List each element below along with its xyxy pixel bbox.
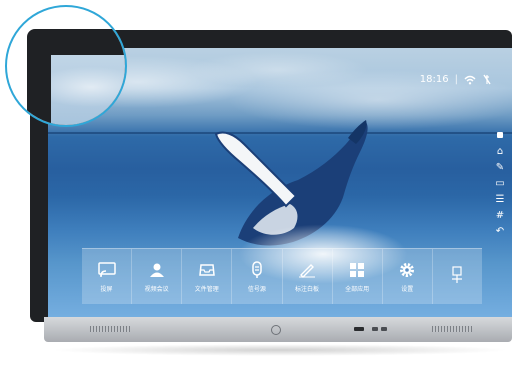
dock-item-settings[interactable]: 设置 [383,249,433,304]
speaker-grille-left [90,326,130,332]
dock-item-video-conference[interactable]: 视频会议 [132,249,183,304]
status-separator: | [454,74,458,85]
video-conference-icon [147,260,167,280]
dock-label: 视频会议 [144,286,169,293]
dock-label: 标注白板 [295,286,320,293]
bezel-zoom-callout [5,5,127,127]
speaker-grille-right [432,326,472,332]
grid-icon[interactable]: # [492,208,508,222]
dock-item-usb[interactable] [433,249,482,304]
signal-source-icon [247,260,267,280]
clock-text: 18:16 [419,74,449,85]
wifi-icon [464,75,476,84]
dock-item-signal-source[interactable]: 信号源 [232,249,283,304]
whiteboard-icon [297,260,317,280]
monitor-icon[interactable]: ▭ [492,176,508,190]
list-icon[interactable]: ☰ [492,192,508,206]
folder-icon [197,260,217,280]
front-button[interactable] [381,327,387,331]
dock-item-whiteboard[interactable]: 标注白板 [283,249,333,304]
gear-icon [397,260,417,280]
pen-icon[interactable]: ✎ [492,160,508,174]
all-apps-icon [347,260,367,280]
dock-item-screen-cast[interactable]: 投屏 [82,249,133,304]
status-bar: 18:16 | [420,74,492,85]
logo-mark-icon [271,325,281,335]
tab-icon[interactable] [492,128,508,142]
signal-icon [483,74,491,85]
whale-flipper [214,131,298,208]
dock-item-file-manager[interactable]: 文件管理 [182,249,233,304]
back-icon[interactable]: ↶ [492,224,508,238]
front-button[interactable] [372,327,378,331]
app-dock: 投屏 视频会议 文件管理 信号源 标注白板 全部应用 设置 [82,248,482,304]
dock-label: 设置 [401,286,414,293]
floor-shadow [50,344,510,356]
dock-label: 投屏 [100,286,113,293]
dock-label: 信号源 [247,286,266,293]
dock-item-all-apps[interactable]: 全部应用 [333,249,383,304]
front-port [354,327,364,331]
smart-display-product: 18:16 | ⌂ ✎ ▭ ☰ # ↶ 投屏 视频会议 文件管理 信号源 标注白… [0,0,512,373]
dock-label: 文件管理 [194,286,219,293]
side-toolbar: ⌂ ✎ ▭ ☰ # ↶ [491,128,509,238]
zoomed-sky [51,67,125,107]
usb-icon [447,265,467,285]
dock-label: 全部应用 [345,286,370,293]
screen-cast-icon [97,260,117,280]
home-icon[interactable]: ⌂ [492,144,508,158]
display-chin [44,317,512,342]
